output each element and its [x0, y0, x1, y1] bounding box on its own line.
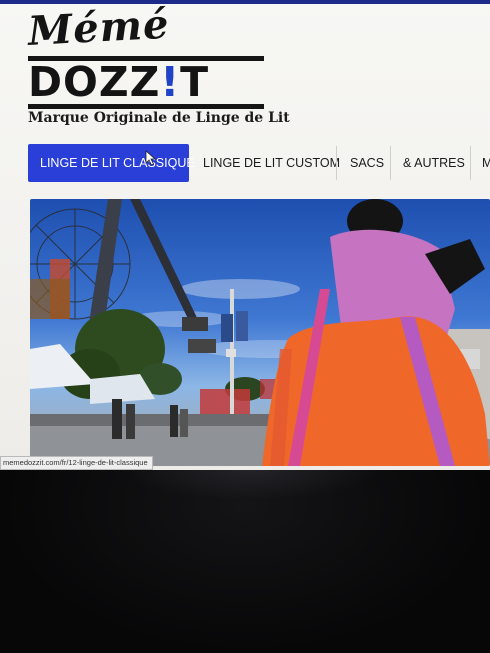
keyboard-glow: [120, 470, 380, 500]
logo-wordmark-part1: DOZZ: [28, 58, 161, 106]
nav-separator: [390, 146, 391, 180]
hero-slider[interactable]: [30, 199, 490, 466]
nav-item-sacs[interactable]: SACS: [350, 144, 384, 182]
nav-item-linge-classique[interactable]: LINGE DE LIT CLASSIQUE: [28, 144, 195, 182]
nav-item-linge-custom[interactable]: LINGE DE LIT CUSTOM: [203, 144, 340, 182]
main-navigation: LINGE DE LIT CLASSIQUE LINGE DE LIT CUST…: [0, 144, 490, 184]
nav-item-more[interactable]: M: [482, 144, 490, 182]
status-bar-url: memedozzit.com/fr/12-linge-de-lit-classi…: [0, 456, 153, 470]
logo-rule-bottom: [28, 104, 264, 109]
hero-photo: [30, 199, 490, 466]
nav-separator: [470, 146, 471, 180]
logo-wordmark: DOZZ!T: [28, 60, 268, 104]
nav-item-autres[interactable]: & AUTRES: [403, 144, 465, 182]
logo-wordmark-part2: T: [180, 58, 210, 106]
laptop-screen: Mémé DOZZ!T Marque Originale de Linge de…: [0, 0, 490, 470]
nav-separator: [336, 146, 337, 180]
logo-script-text: Mémé: [26, 0, 171, 55]
mouse-pointer-icon: [145, 150, 157, 166]
browser-top-edge: [0, 0, 490, 4]
logo-wordmark-bang: !: [160, 58, 181, 106]
brand-tagline: Marque Originale de Linge de Lit: [28, 110, 290, 126]
laptop-keyboard-area: [0, 470, 490, 653]
